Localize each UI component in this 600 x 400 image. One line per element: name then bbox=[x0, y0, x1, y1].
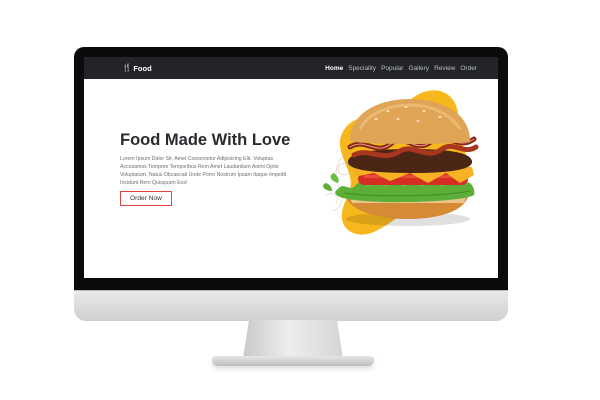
nav-link-order[interactable]: Order bbox=[460, 65, 477, 72]
brand-logo[interactable]: 🍴 Food bbox=[122, 57, 152, 79]
nav-link-home[interactable]: Home bbox=[325, 65, 343, 72]
nav-link-gallery[interactable]: Gallery bbox=[408, 65, 429, 72]
nav-link-review[interactable]: Review bbox=[434, 65, 455, 72]
hero-description: Lorem Ipsum Dolor Sit, Amet Consectetur … bbox=[120, 156, 287, 186]
nav-link-speciality[interactable]: Speciality bbox=[348, 65, 376, 72]
monitor-chin bbox=[74, 290, 508, 321]
monitor-stand bbox=[243, 320, 343, 358]
hero-title: Food Made With Love bbox=[120, 131, 291, 149]
monitor-stand-base bbox=[212, 356, 374, 366]
fork-knife-icon: 🍴 bbox=[122, 63, 132, 73]
monitor-screen: 🍴 Food Home Speciality Popular Gallery R… bbox=[84, 57, 498, 278]
burger-image bbox=[323, 90, 479, 235]
nav-link-popular[interactable]: Popular bbox=[381, 65, 403, 72]
brand-name: Food bbox=[133, 63, 152, 73]
order-now-button[interactable]: Order Now bbox=[120, 191, 172, 206]
nav-links: Home Speciality Popular Gallery Review O… bbox=[325, 57, 477, 79]
site-navbar: 🍴 Food Home Speciality Popular Gallery R… bbox=[84, 57, 498, 79]
